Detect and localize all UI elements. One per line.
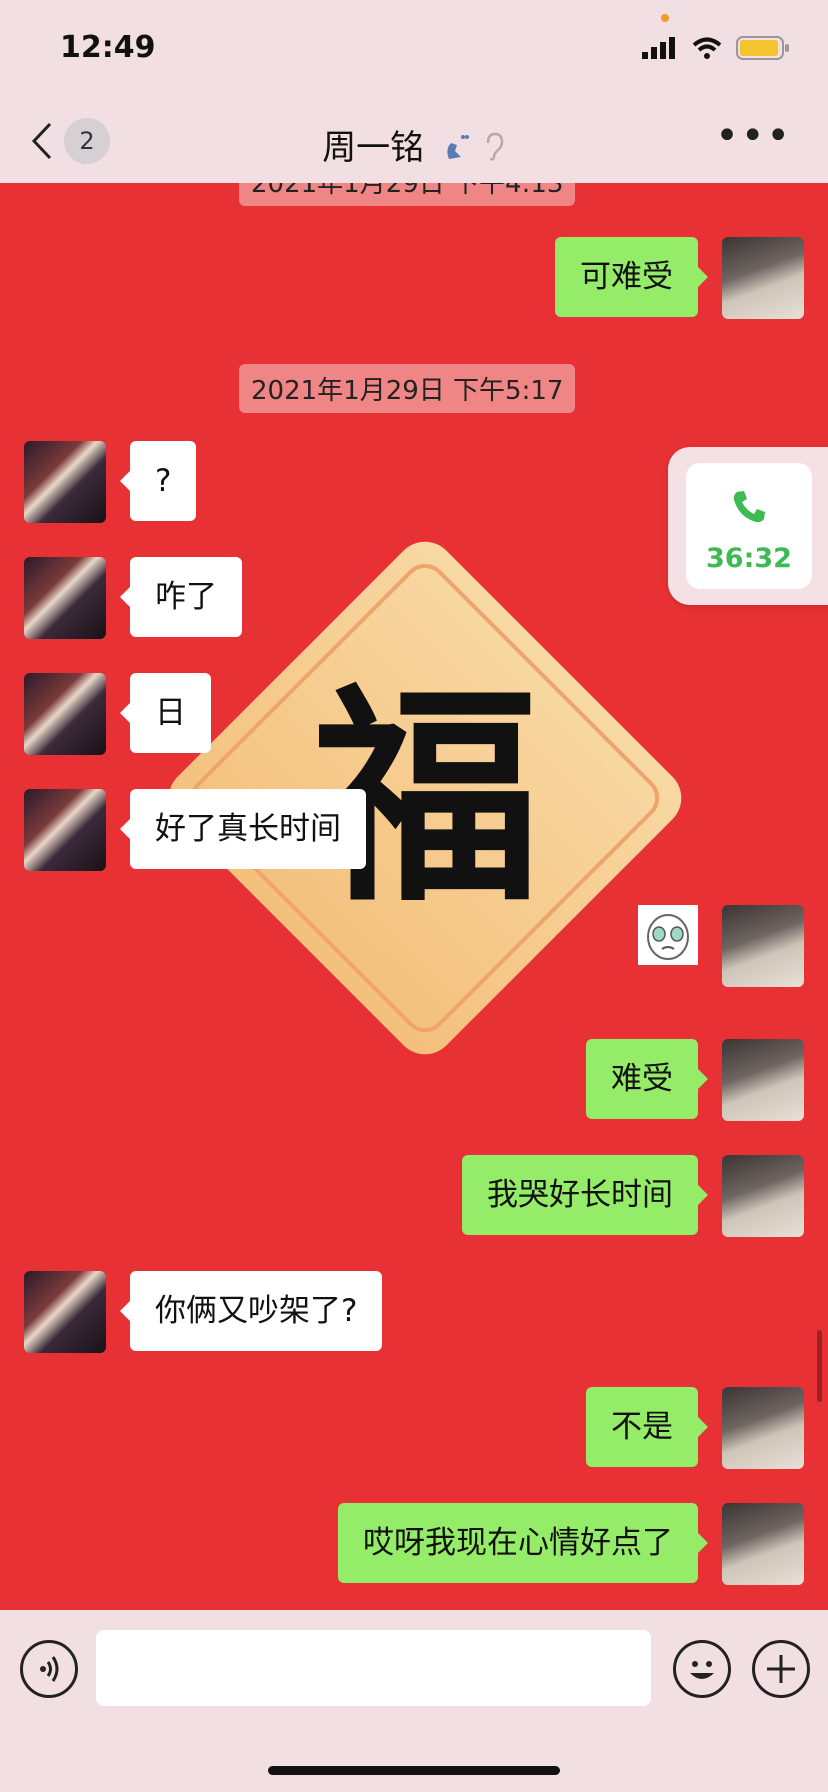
more-actions-button[interactable] (752, 1640, 810, 1698)
friend-avatar[interactable] (24, 789, 106, 871)
plus-icon (767, 1655, 795, 1683)
crying-face-sticker-icon (647, 914, 689, 960)
friend-avatar[interactable] (24, 441, 106, 523)
sticker-message[interactable] (638, 905, 698, 965)
status-time: 12:49 (60, 30, 156, 65)
contact-name: 周一铭 (322, 128, 425, 168)
chat-area[interactable]: 福 2021年1月29日 下午4:13 可难受 2021年1月29日 下午5:1… (0, 183, 828, 1610)
my-avatar[interactable] (722, 905, 804, 987)
privacy-indicator-dot (661, 14, 669, 22)
home-indicator (268, 1766, 560, 1775)
voice-input-button[interactable] (20, 1640, 78, 1698)
ear-icon (486, 132, 504, 160)
floating-call-widget[interactable]: 36:32 (668, 447, 828, 605)
call-widget-card[interactable]: 36:32 (686, 463, 812, 589)
message-bubble-received[interactable]: ? (119, 441, 197, 521)
status-icons (642, 36, 790, 60)
signal-icon (642, 37, 675, 59)
message-bubble-sent[interactable]: 哎呀我现在心情好点了 (338, 1503, 708, 1583)
my-avatar[interactable] (722, 237, 804, 319)
my-avatar[interactable] (722, 1503, 804, 1585)
message-input[interactable] (96, 1630, 651, 1706)
friend-avatar[interactable] (24, 1271, 106, 1353)
battery-icon (736, 36, 789, 60)
timestamp: 2021年1月29日 下午4:13 (239, 183, 576, 206)
wifi-icon (692, 37, 722, 59)
message-bubble-received[interactable]: 你俩又吵架了? (119, 1271, 383, 1351)
earpiece-mode-icon (447, 134, 469, 159)
smiley-icon (690, 1661, 714, 1679)
my-avatar[interactable] (722, 1155, 804, 1237)
top-bar: 12:49 2 周一铭 ••• (0, 0, 828, 183)
chat-scrollbar[interactable] (817, 1330, 822, 1402)
title-status-icons (441, 130, 506, 170)
message-bubble-sent[interactable]: 可难受 (555, 237, 708, 317)
friend-avatar[interactable] (24, 557, 106, 639)
chat-title: 周一铭 (0, 120, 828, 170)
message-bubble-received[interactable]: 好了真长时间 (120, 789, 366, 869)
phone-icon (733, 491, 765, 523)
call-duration: 36:32 (706, 543, 792, 574)
voice-icon (40, 1656, 59, 1682)
message-bubble-sent[interactable]: 不是 (586, 1387, 708, 1467)
message-bubble-received[interactable]: 咋了 (120, 557, 242, 637)
message-bubble-sent[interactable]: 难受 (586, 1039, 708, 1119)
message-bubble-received[interactable]: 日 (120, 673, 211, 753)
emoji-button[interactable] (673, 1640, 731, 1698)
input-bar (0, 1610, 828, 1792)
my-avatar[interactable] (722, 1387, 804, 1469)
message-bubble-sent[interactable]: 我哭好长时间 (462, 1155, 708, 1235)
timestamp: 2021年1月29日 下午5:17 (239, 364, 576, 413)
more-options-button[interactable]: ••• (715, 116, 792, 156)
friend-avatar[interactable] (24, 673, 106, 755)
my-avatar[interactable] (722, 1039, 804, 1121)
